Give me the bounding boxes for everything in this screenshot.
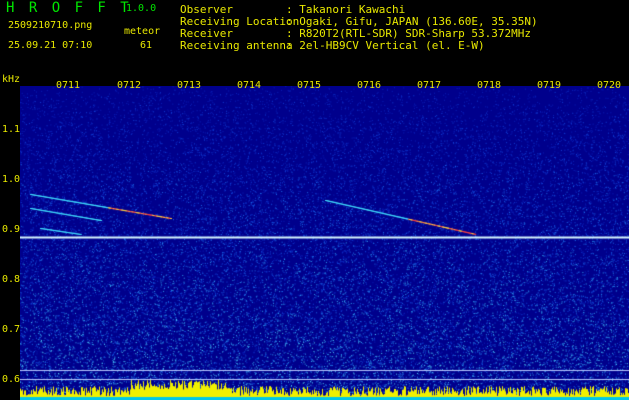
frequency-tick: 0.7 bbox=[2, 324, 21, 335]
frequency-tick: 0.6 bbox=[2, 374, 21, 385]
meteor-label: meteor bbox=[124, 26, 161, 37]
time-tick: 0720 bbox=[597, 80, 622, 91]
time-tick: 0718 bbox=[477, 80, 502, 91]
frequency-tick: 1.0 bbox=[2, 174, 21, 185]
antenna-value: : 2el-HB9CV Vertical (el. E-W) bbox=[286, 39, 485, 52]
file-name: 2509210710.png bbox=[8, 20, 93, 31]
time-tick: 0711 bbox=[56, 80, 81, 91]
app-title: H R O F F T bbox=[6, 0, 132, 16]
time-tick: 0712 bbox=[117, 80, 142, 91]
time-tick: 0713 bbox=[177, 80, 202, 91]
frequency-tick: 1.1 bbox=[2, 124, 21, 135]
frequency-tick: 0.8 bbox=[2, 274, 21, 285]
time-tick: 0717 bbox=[417, 80, 442, 91]
frequency-tick: 0.9 bbox=[2, 224, 21, 235]
app-version: 1.0.0 bbox=[126, 3, 157, 14]
time-tick: 0714 bbox=[237, 80, 262, 91]
header-panel: H R O F F T 1.0.0 2509210710.png 25.09.2… bbox=[0, 0, 629, 74]
meteor-count: 61 bbox=[140, 40, 153, 51]
time-tick: 0716 bbox=[357, 80, 382, 91]
spectrogram-canvas bbox=[20, 86, 629, 400]
frequency-unit-label: kHz bbox=[2, 74, 21, 85]
time-tick: 0719 bbox=[537, 80, 562, 91]
time-tick: 0715 bbox=[297, 80, 322, 91]
antenna-key: Receiving antenna bbox=[180, 39, 293, 52]
timestamp: 25.09.21 07:10 bbox=[8, 40, 93, 51]
